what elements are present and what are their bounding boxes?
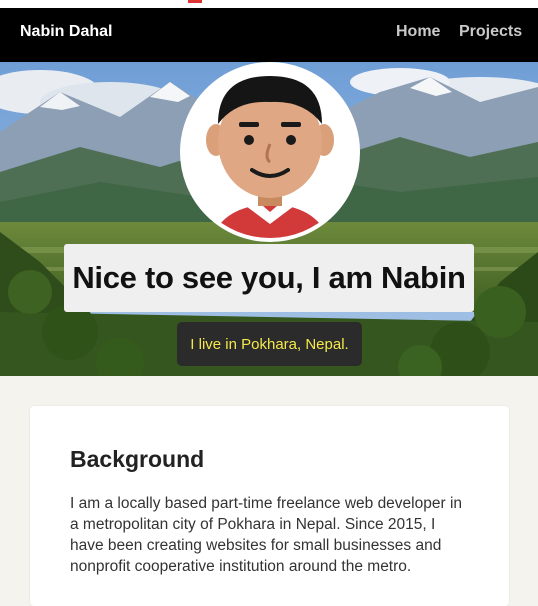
profile-avatar: [180, 62, 360, 242]
cartoon-face-avatar: [184, 66, 356, 238]
location-badge: I live in Pokhara, Nepal.: [177, 322, 362, 366]
background-card: Background I am a locally based part-tim…: [30, 406, 509, 606]
nav-home-link[interactable]: Home: [396, 23, 440, 41]
brand-link[interactable]: Nabin Dahal: [20, 23, 112, 41]
hero-greeting-heading: Nice to see you, I am Nabin: [64, 244, 474, 312]
browser-top-strip: [0, 0, 538, 8]
background-title: Background: [70, 446, 205, 472]
background-text: I am a locally based part-time freelance…: [70, 495, 463, 575]
navbar: Nabin Dahal Home Projects: [0, 8, 538, 62]
top-accent-mark: [188, 0, 202, 3]
nav-projects-link[interactable]: Projects: [459, 23, 522, 41]
